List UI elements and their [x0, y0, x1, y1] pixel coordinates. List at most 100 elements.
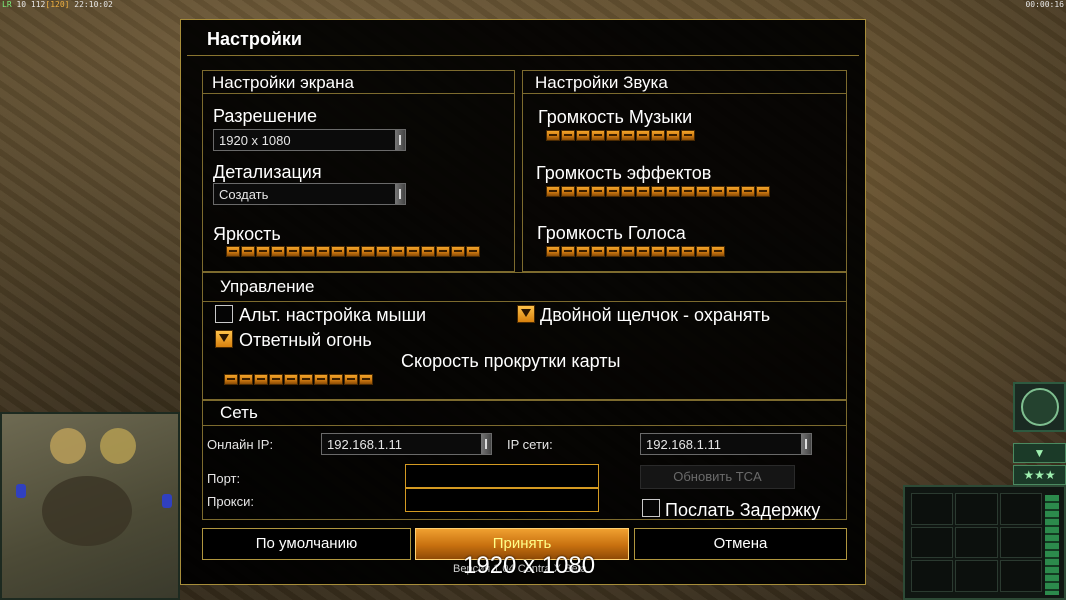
- slider-segment: [286, 246, 300, 257]
- resolution-dropdown[interactable]: 1920 x 1080: [213, 129, 406, 151]
- minimap-terrain: [50, 428, 86, 464]
- hud-status-bracket: [120]: [45, 0, 70, 9]
- power-bar: [1045, 495, 1059, 595]
- hud-status-counts: 10 112: [16, 0, 46, 9]
- slider-segment: [711, 186, 725, 197]
- detail-label: Детализация: [213, 162, 322, 182]
- slider-segment: [256, 246, 270, 257]
- command-slot[interactable]: [955, 526, 998, 559]
- online-ip-dropdown[interactable]: 192.168.1.11: [321, 433, 492, 455]
- scroll-arrow-icon[interactable]: [395, 130, 405, 150]
- slider-segment: [591, 130, 605, 141]
- brightness-label: Яркость: [213, 224, 281, 244]
- slider-segment: [391, 246, 405, 257]
- slider-segment: [346, 246, 360, 257]
- port-input[interactable]: [405, 464, 599, 488]
- command-slot[interactable]: [911, 526, 954, 559]
- double-click-label[interactable]: Двойной щелчок - охранять: [540, 305, 770, 326]
- slider-segment: [651, 130, 665, 141]
- slider-segment: [666, 186, 680, 197]
- chevron-down-icon[interactable]: ▼: [1013, 443, 1066, 463]
- online-ip-label: Онлайн IP:: [207, 437, 274, 452]
- slider-segment: [284, 374, 298, 385]
- proxy-input[interactable]: [405, 488, 599, 512]
- slider-segment: [681, 246, 695, 257]
- slider-segment: [466, 246, 480, 257]
- slider-segment: [239, 374, 253, 385]
- return-fire-label[interactable]: Ответный огонь: [239, 330, 372, 351]
- radar-button[interactable]: [1013, 382, 1066, 432]
- command-slot[interactable]: [999, 493, 1042, 525]
- slider-segment: [606, 186, 620, 197]
- slider-segment: [561, 186, 575, 197]
- slider-segment: [681, 186, 695, 197]
- brightness-slider[interactable]: [226, 246, 480, 258]
- stars-icon[interactable]: ★★★: [1013, 465, 1066, 485]
- divider: [187, 55, 859, 56]
- slider-segment: [314, 374, 328, 385]
- slider-segment: [636, 186, 650, 197]
- voice-volume-label: Громкость Голоса: [537, 223, 686, 243]
- command-slot[interactable]: [955, 493, 998, 525]
- slider-segment: [421, 246, 435, 257]
- update-tca-button[interactable]: Обновить TCA: [640, 465, 795, 489]
- effects-volume-slider[interactable]: [546, 186, 770, 198]
- panel-header: Управление: [203, 273, 846, 302]
- panel-header: Сеть: [203, 401, 846, 426]
- minimap-terrain: [100, 428, 136, 464]
- cancel-button[interactable]: Отмена: [634, 528, 847, 560]
- lan-ip-dropdown[interactable]: 192.168.1.11: [640, 433, 812, 455]
- alt-mouse-label[interactable]: Альт. настройка мыши: [239, 305, 426, 326]
- slider-segment: [546, 246, 560, 257]
- slider-segment: [666, 246, 680, 257]
- slider-segment: [606, 130, 620, 141]
- panel-header: Настройки экрана: [203, 71, 514, 94]
- proxy-label: Прокси:: [207, 494, 255, 509]
- slider-segment: [621, 246, 635, 257]
- scroll-speed-slider[interactable]: [224, 374, 373, 386]
- command-slot[interactable]: [911, 493, 954, 525]
- slider-segment: [254, 374, 268, 385]
- voice-volume-slider[interactable]: [546, 246, 725, 258]
- scroll-arrow-icon[interactable]: [801, 434, 811, 454]
- slider-segment: [561, 246, 575, 257]
- slider-segment: [436, 246, 450, 257]
- panel-header: Настройки Звука: [523, 71, 846, 94]
- slider-segment: [576, 246, 590, 257]
- slider-segment: [316, 246, 330, 257]
- return-fire-checkbox[interactable]: [215, 330, 233, 348]
- send-delay-label[interactable]: Послать Задержку: [665, 500, 820, 521]
- controls-panel: Управление Альт. настройка мыши Двойной …: [202, 272, 847, 400]
- slider-segment: [331, 246, 345, 257]
- defaults-button[interactable]: По умолчанию: [202, 528, 411, 560]
- slider-segment: [636, 246, 650, 257]
- command-slot[interactable]: [955, 560, 998, 592]
- display-settings-header: Настройки экрана: [212, 73, 354, 92]
- slider-segment: [241, 246, 255, 257]
- slider-segment: [666, 130, 680, 141]
- slider-segment: [329, 374, 343, 385]
- music-volume-slider[interactable]: [546, 130, 695, 142]
- slider-segment: [636, 130, 650, 141]
- slider-segment: [651, 186, 665, 197]
- minimap[interactable]: [0, 412, 180, 600]
- send-delay-checkbox[interactable]: [642, 499, 660, 517]
- slider-segment: [376, 246, 390, 257]
- scroll-arrow-icon[interactable]: [395, 184, 405, 204]
- alt-mouse-checkbox[interactable]: [215, 305, 233, 323]
- slider-segment: [576, 130, 590, 141]
- double-click-checkbox[interactable]: [517, 305, 535, 323]
- scroll-arrow-icon[interactable]: [481, 434, 491, 454]
- slider-segment: [591, 186, 605, 197]
- hud-status-tag: LR: [2, 0, 12, 9]
- command-slot[interactable]: [999, 560, 1042, 592]
- command-slot[interactable]: [911, 560, 954, 592]
- resolution-overlay-text: 1920 x 1080: [463, 552, 596, 579]
- command-slot[interactable]: [999, 526, 1042, 559]
- slider-segment: [756, 186, 770, 197]
- slider-segment: [546, 130, 560, 141]
- minimap-unit-marker: [162, 494, 172, 508]
- settings-dialog: Настройки Настройки экрана Разрешение 19…: [180, 19, 866, 585]
- detail-dropdown[interactable]: Создать: [213, 183, 406, 205]
- slider-segment: [726, 186, 740, 197]
